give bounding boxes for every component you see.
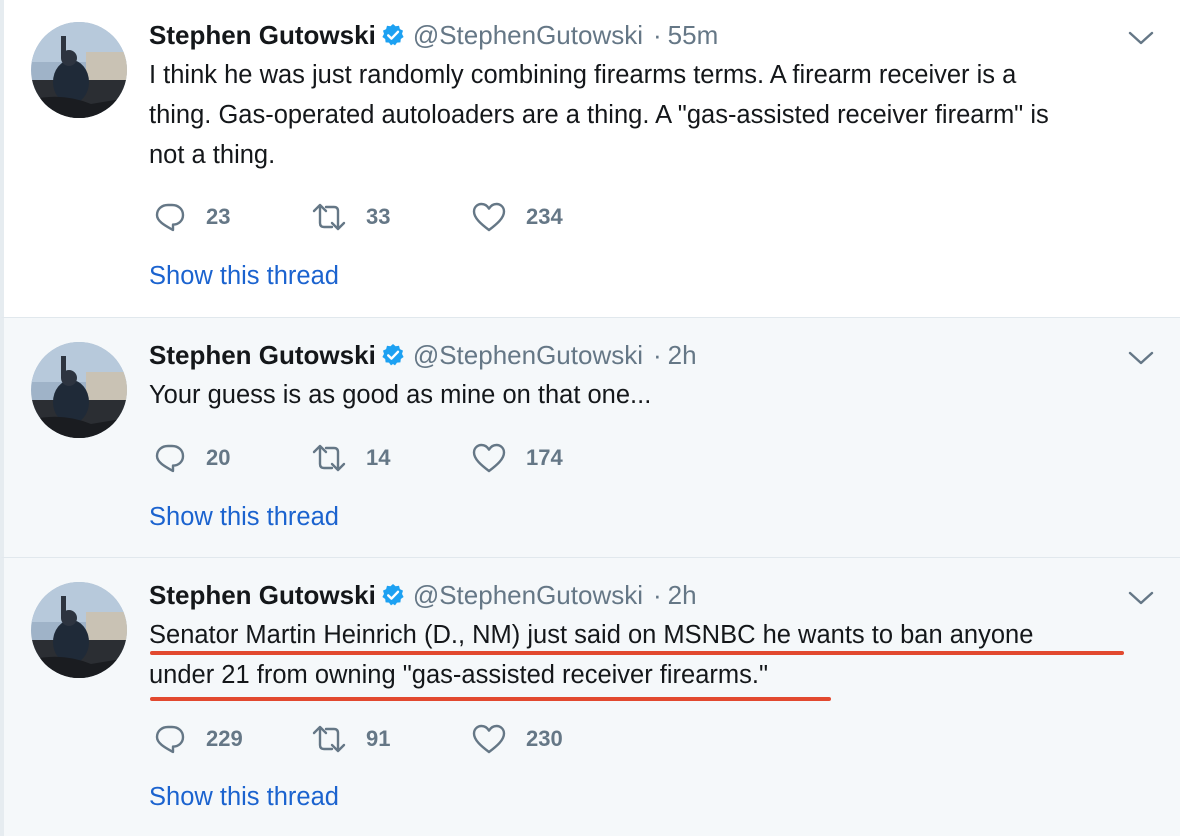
chevron-down-icon[interactable] <box>1128 590 1154 606</box>
author-name[interactable]: Stephen Gutowski <box>149 580 376 611</box>
separator-dot: · <box>653 339 662 370</box>
verified-badge-icon <box>381 343 405 367</box>
reply-button[interactable]: 23 <box>154 199 230 235</box>
reply-count: 229 <box>206 726 243 751</box>
separator-dot: · <box>653 19 662 50</box>
tweet-header: Stephen Gutowski @StephenGutowski · 2h <box>149 338 697 372</box>
tweet-text-line: not a thing. <box>149 141 276 169</box>
timestamp[interactable]: 55m <box>668 20 719 51</box>
tweet-header: Stephen Gutowski @StephenGutowski · 55m <box>149 18 718 52</box>
reply-icon <box>155 444 185 473</box>
tweet-text-line: under 21 from owning "gas-assisted recei… <box>149 661 769 689</box>
author-handle[interactable]: @StephenGutowski <box>413 340 643 371</box>
tweet-text-line: Senator Martin Heinrich (D., NM) just sa… <box>149 621 1034 649</box>
chevron-down-icon[interactable] <box>1128 30 1154 46</box>
verified-badge-icon <box>381 583 405 607</box>
tweet-text-line: thing. Gas-operated autoloaders are a th… <box>149 101 1049 129</box>
chevron-down-icon[interactable] <box>1128 350 1154 366</box>
avatar[interactable] <box>31 22 127 118</box>
heart-icon <box>472 443 506 473</box>
tweet-text-line: I think he was just randomly combining f… <box>149 61 1017 89</box>
annotation-underline <box>150 651 1124 655</box>
reply-icon <box>155 203 185 232</box>
tweet-text: Senator Martin Heinrich (D., NM) just sa… <box>149 615 1159 695</box>
retweet-icon <box>312 203 346 231</box>
like-count: 234 <box>526 204 563 229</box>
reply-count: 23 <box>206 204 231 229</box>
heart-icon <box>472 724 506 754</box>
reply-count: 20 <box>206 445 231 470</box>
verified-badge-icon <box>381 23 405 47</box>
avatar[interactable] <box>31 582 127 678</box>
show-thread-link[interactable]: Show this thread <box>149 783 339 812</box>
author-name[interactable]: Stephen Gutowski <box>149 340 376 371</box>
reply-button[interactable]: 20 <box>154 440 230 476</box>
author-name[interactable]: Stephen Gutowski <box>149 20 376 51</box>
heart-icon <box>472 202 506 232</box>
show-thread-link[interactable]: Show this thread <box>149 503 339 532</box>
retweet-button[interactable]: 33 <box>312 199 390 235</box>
annotation-underline <box>150 697 831 701</box>
retweet-button[interactable]: 91 <box>312 721 390 757</box>
tweet[interactable]: Stephen Gutowski @StephenGutowski · 2h S… <box>0 557 1180 836</box>
reply-icon <box>155 725 185 754</box>
like-button[interactable]: 230 <box>472 721 563 757</box>
tweet-text-line: Your guess is as good as mine on that on… <box>149 381 652 409</box>
retweet-count: 91 <box>366 726 391 751</box>
timestamp[interactable]: 2h <box>668 580 697 611</box>
tweet[interactable]: Stephen Gutowski @StephenGutowski · 2h Y… <box>0 317 1180 557</box>
retweet-button[interactable]: 14 <box>312 440 390 476</box>
retweet-icon <box>312 725 346 753</box>
avatar[interactable] <box>31 342 127 438</box>
retweet-count: 14 <box>366 445 391 470</box>
like-count: 174 <box>526 445 563 470</box>
tweet-header: Stephen Gutowski @StephenGutowski · 2h <box>149 578 697 612</box>
tweet-feed: Stephen Gutowski @StephenGutowski · 55m … <box>0 0 1180 836</box>
retweet-count: 33 <box>366 204 391 229</box>
author-handle[interactable]: @StephenGutowski <box>413 580 643 611</box>
retweet-icon <box>312 444 346 472</box>
separator-dot: · <box>653 579 662 610</box>
like-button[interactable]: 234 <box>472 199 563 235</box>
tweet[interactable]: Stephen Gutowski @StephenGutowski · 55m … <box>0 0 1180 317</box>
reply-button[interactable]: 229 <box>154 721 243 757</box>
author-handle[interactable]: @StephenGutowski <box>413 20 643 51</box>
show-thread-link[interactable]: Show this thread <box>149 262 339 291</box>
tweet-text: I think he was just randomly combining f… <box>149 55 1159 175</box>
like-count: 230 <box>526 726 563 751</box>
tweet-text: Your guess is as good as mine on that on… <box>149 375 1159 415</box>
timestamp[interactable]: 2h <box>668 340 697 371</box>
like-button[interactable]: 174 <box>472 440 563 476</box>
